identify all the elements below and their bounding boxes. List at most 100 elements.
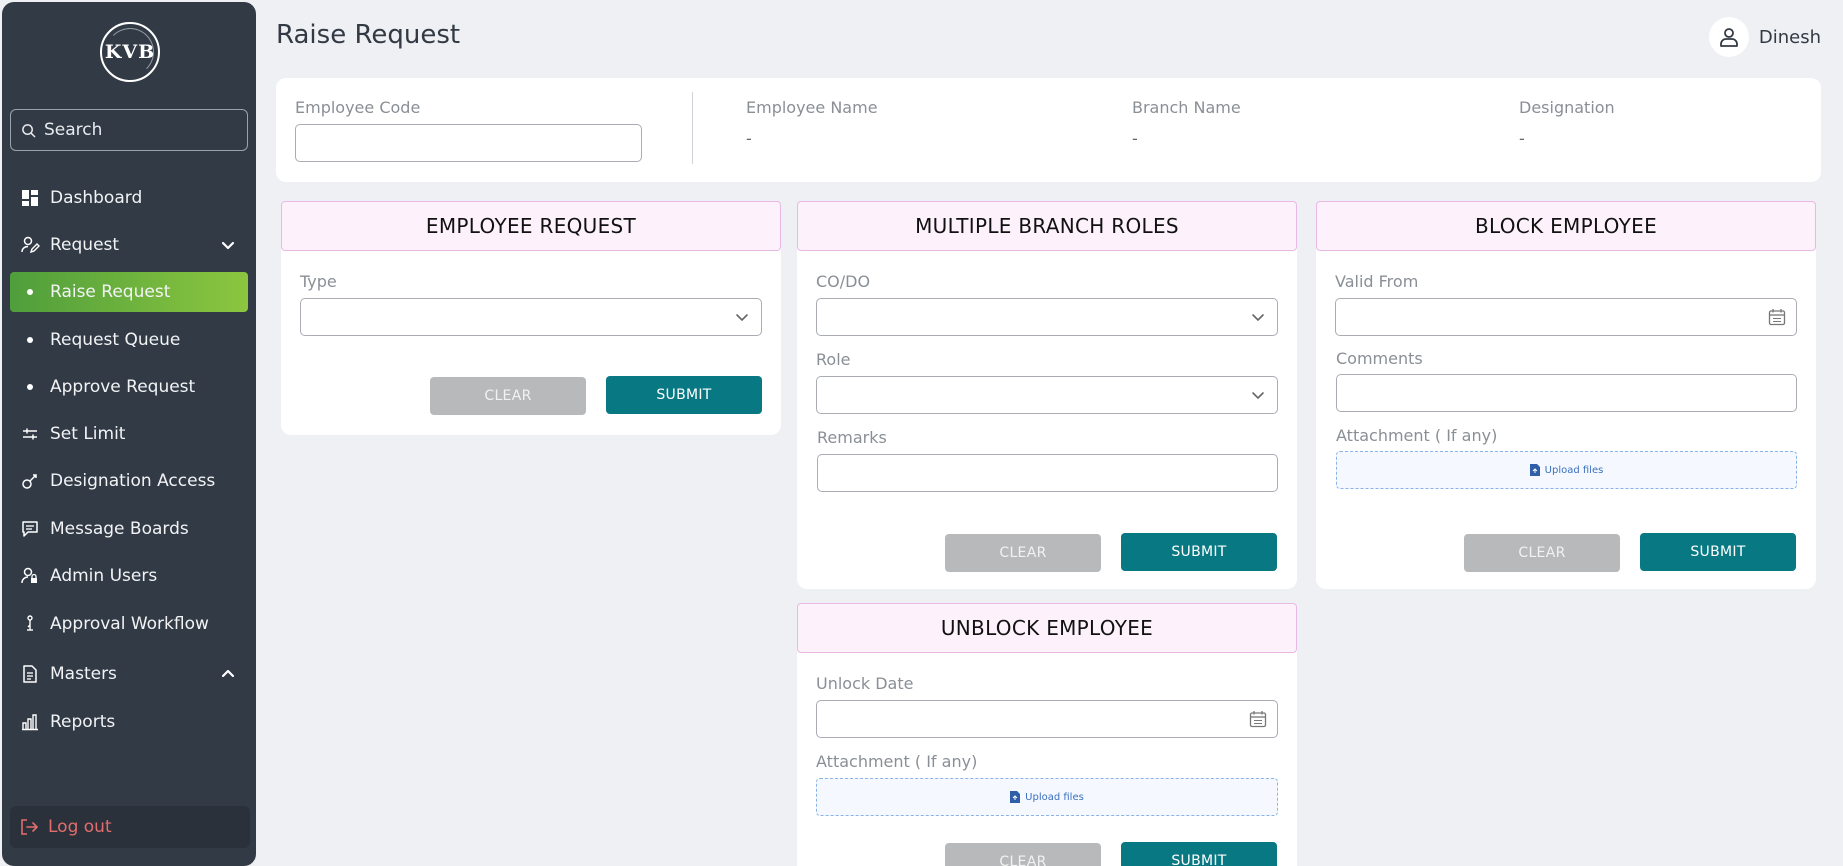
sidebar-item-label: Approve Request bbox=[50, 377, 196, 397]
submit-button[interactable]: SUBMIT bbox=[1121, 842, 1277, 866]
bullet-icon bbox=[27, 337, 33, 343]
branch-name-field: Branch Name - bbox=[1132, 98, 1241, 148]
employee-code-label: Employee Code bbox=[295, 98, 421, 117]
type-select[interactable] bbox=[300, 298, 762, 336]
block-employee-panel: BLOCK EMPLOYEE Valid From Comments Attac… bbox=[1316, 201, 1816, 589]
workflow-icon bbox=[20, 614, 40, 634]
user-icon bbox=[1719, 28, 1738, 47]
sidebar-item-request[interactable]: Request bbox=[10, 225, 248, 265]
logout-button[interactable]: Log out bbox=[10, 806, 250, 848]
type-label: Type bbox=[300, 272, 337, 291]
sidebar-item-message-boards[interactable]: Message Boards bbox=[10, 509, 248, 549]
page-title: Raise Request bbox=[276, 20, 461, 50]
search-placeholder: Search bbox=[44, 120, 103, 140]
chart-icon bbox=[20, 712, 40, 732]
sidebar-item-label: Reports bbox=[50, 712, 116, 732]
sidebar-item-label: Set Limit bbox=[50, 424, 126, 444]
clear-button[interactable]: CLEAR bbox=[945, 843, 1101, 866]
panel-title: MULTIPLE BRANCH ROLES bbox=[797, 201, 1297, 251]
designation-label: Designation bbox=[1519, 98, 1615, 117]
chevron-down-icon bbox=[736, 314, 748, 322]
comments-input[interactable] bbox=[1336, 374, 1797, 412]
divider bbox=[692, 92, 693, 164]
codo-label: CO/DO bbox=[816, 272, 871, 291]
chevron-down-icon bbox=[1252, 392, 1264, 400]
sidebar-item-admin-users[interactable]: Admin Users bbox=[10, 556, 248, 596]
file-upload-icon bbox=[1010, 791, 1021, 803]
sidebar-item-masters[interactable]: Masters bbox=[10, 654, 248, 694]
panel-title: BLOCK EMPLOYEE bbox=[1316, 201, 1816, 251]
submit-button[interactable]: SUBMIT bbox=[1640, 533, 1796, 571]
valid-from-label: Valid From bbox=[1335, 272, 1419, 291]
submit-button[interactable]: SUBMIT bbox=[606, 376, 762, 414]
upload-files-dropzone[interactable]: Upload files bbox=[816, 778, 1278, 816]
dashboard-icon bbox=[20, 188, 40, 208]
role-label: Role bbox=[816, 350, 851, 369]
sidebar: KVB Search Dashboard Request Raise Reque… bbox=[2, 2, 256, 866]
designation-value: - bbox=[1519, 129, 1525, 148]
logo-text: KVB bbox=[104, 41, 156, 63]
clear-button[interactable]: CLEAR bbox=[430, 377, 586, 415]
sidebar-item-dashboard[interactable]: Dashboard bbox=[10, 178, 248, 218]
avatar[interactable] bbox=[1708, 17, 1749, 57]
sidebar-item-label: Message Boards bbox=[50, 519, 189, 539]
bullet-icon bbox=[27, 289, 33, 295]
role-select[interactable] bbox=[816, 376, 1278, 414]
logout-icon bbox=[21, 819, 38, 835]
employee-request-panel: EMPLOYEE REQUEST Type CLEAR SUBMIT bbox=[281, 201, 781, 435]
sidebar-item-request-queue[interactable]: Request Queue bbox=[10, 320, 248, 360]
file-upload-icon bbox=[1529, 464, 1540, 476]
panel-title: EMPLOYEE REQUEST bbox=[281, 201, 781, 251]
upload-files-label: Upload files bbox=[1025, 791, 1084, 803]
codo-select[interactable] bbox=[816, 298, 1278, 336]
sliders-icon bbox=[20, 424, 40, 444]
kvb-logo: KVB bbox=[100, 22, 160, 82]
key-icon bbox=[20, 471, 40, 491]
sidebar-item-label: Approval Workflow bbox=[50, 614, 209, 634]
search-input[interactable]: Search bbox=[10, 109, 248, 151]
clear-button[interactable]: CLEAR bbox=[1464, 534, 1620, 572]
user-menu[interactable]: Dinesh bbox=[1708, 17, 1821, 57]
employee-name-value: - bbox=[746, 129, 752, 148]
unlock-date-input[interactable] bbox=[816, 700, 1278, 738]
sidebar-item-label: Request Queue bbox=[50, 330, 181, 350]
search-icon bbox=[22, 123, 36, 137]
sidebar-item-label: Dashboard bbox=[50, 188, 143, 208]
sidebar-item-label: Masters bbox=[50, 664, 117, 684]
panel-title: UNBLOCK EMPLOYEE bbox=[797, 603, 1297, 653]
valid-from-date-input[interactable] bbox=[1335, 298, 1797, 336]
sidebar-item-reports[interactable]: Reports bbox=[10, 702, 248, 742]
employee-code-input[interactable] bbox=[295, 124, 642, 162]
chevron-down-icon bbox=[1252, 314, 1264, 322]
sidebar-item-label: Raise Request bbox=[50, 282, 171, 302]
sidebar-item-raise-request[interactable]: Raise Request bbox=[10, 272, 248, 312]
upload-files-dropzone[interactable]: Upload files bbox=[1336, 451, 1797, 489]
clear-button[interactable]: CLEAR bbox=[945, 534, 1101, 572]
sidebar-item-label: Request bbox=[50, 235, 120, 255]
submit-button[interactable]: SUBMIT bbox=[1121, 533, 1277, 571]
user-edit-icon bbox=[20, 235, 40, 255]
sidebar-item-approve-request[interactable]: Approve Request bbox=[10, 367, 248, 407]
unlock-date-label: Unlock Date bbox=[816, 674, 914, 693]
calendar-icon[interactable] bbox=[1249, 710, 1267, 728]
employee-name-field: Employee Name - bbox=[746, 98, 878, 148]
calendar-icon[interactable] bbox=[1768, 308, 1786, 326]
upload-files-label: Upload files bbox=[1544, 464, 1604, 476]
sidebar-item-designation-access[interactable]: Designation Access bbox=[10, 461, 248, 501]
message-icon bbox=[20, 519, 40, 539]
sidebar-item-approval-workflow[interactable]: Approval Workflow bbox=[10, 604, 248, 644]
admin-user-icon bbox=[20, 566, 40, 586]
chevron-up-icon[interactable] bbox=[218, 664, 238, 684]
attachment-label: Attachment ( If any) bbox=[1336, 426, 1498, 445]
logout-label: Log out bbox=[48, 817, 112, 837]
employee-info-card: Employee Code Employee Name - Branch Nam… bbox=[276, 78, 1821, 182]
branch-name-value: - bbox=[1132, 129, 1138, 148]
remarks-input[interactable] bbox=[817, 454, 1278, 492]
user-name: Dinesh bbox=[1758, 26, 1821, 48]
sidebar-item-set-limit[interactable]: Set Limit bbox=[10, 414, 248, 454]
chevron-down-icon[interactable] bbox=[218, 235, 238, 255]
remarks-label: Remarks bbox=[817, 428, 887, 447]
document-icon bbox=[20, 664, 40, 684]
comments-label: Comments bbox=[1336, 349, 1423, 368]
branch-name-label: Branch Name bbox=[1132, 98, 1241, 117]
